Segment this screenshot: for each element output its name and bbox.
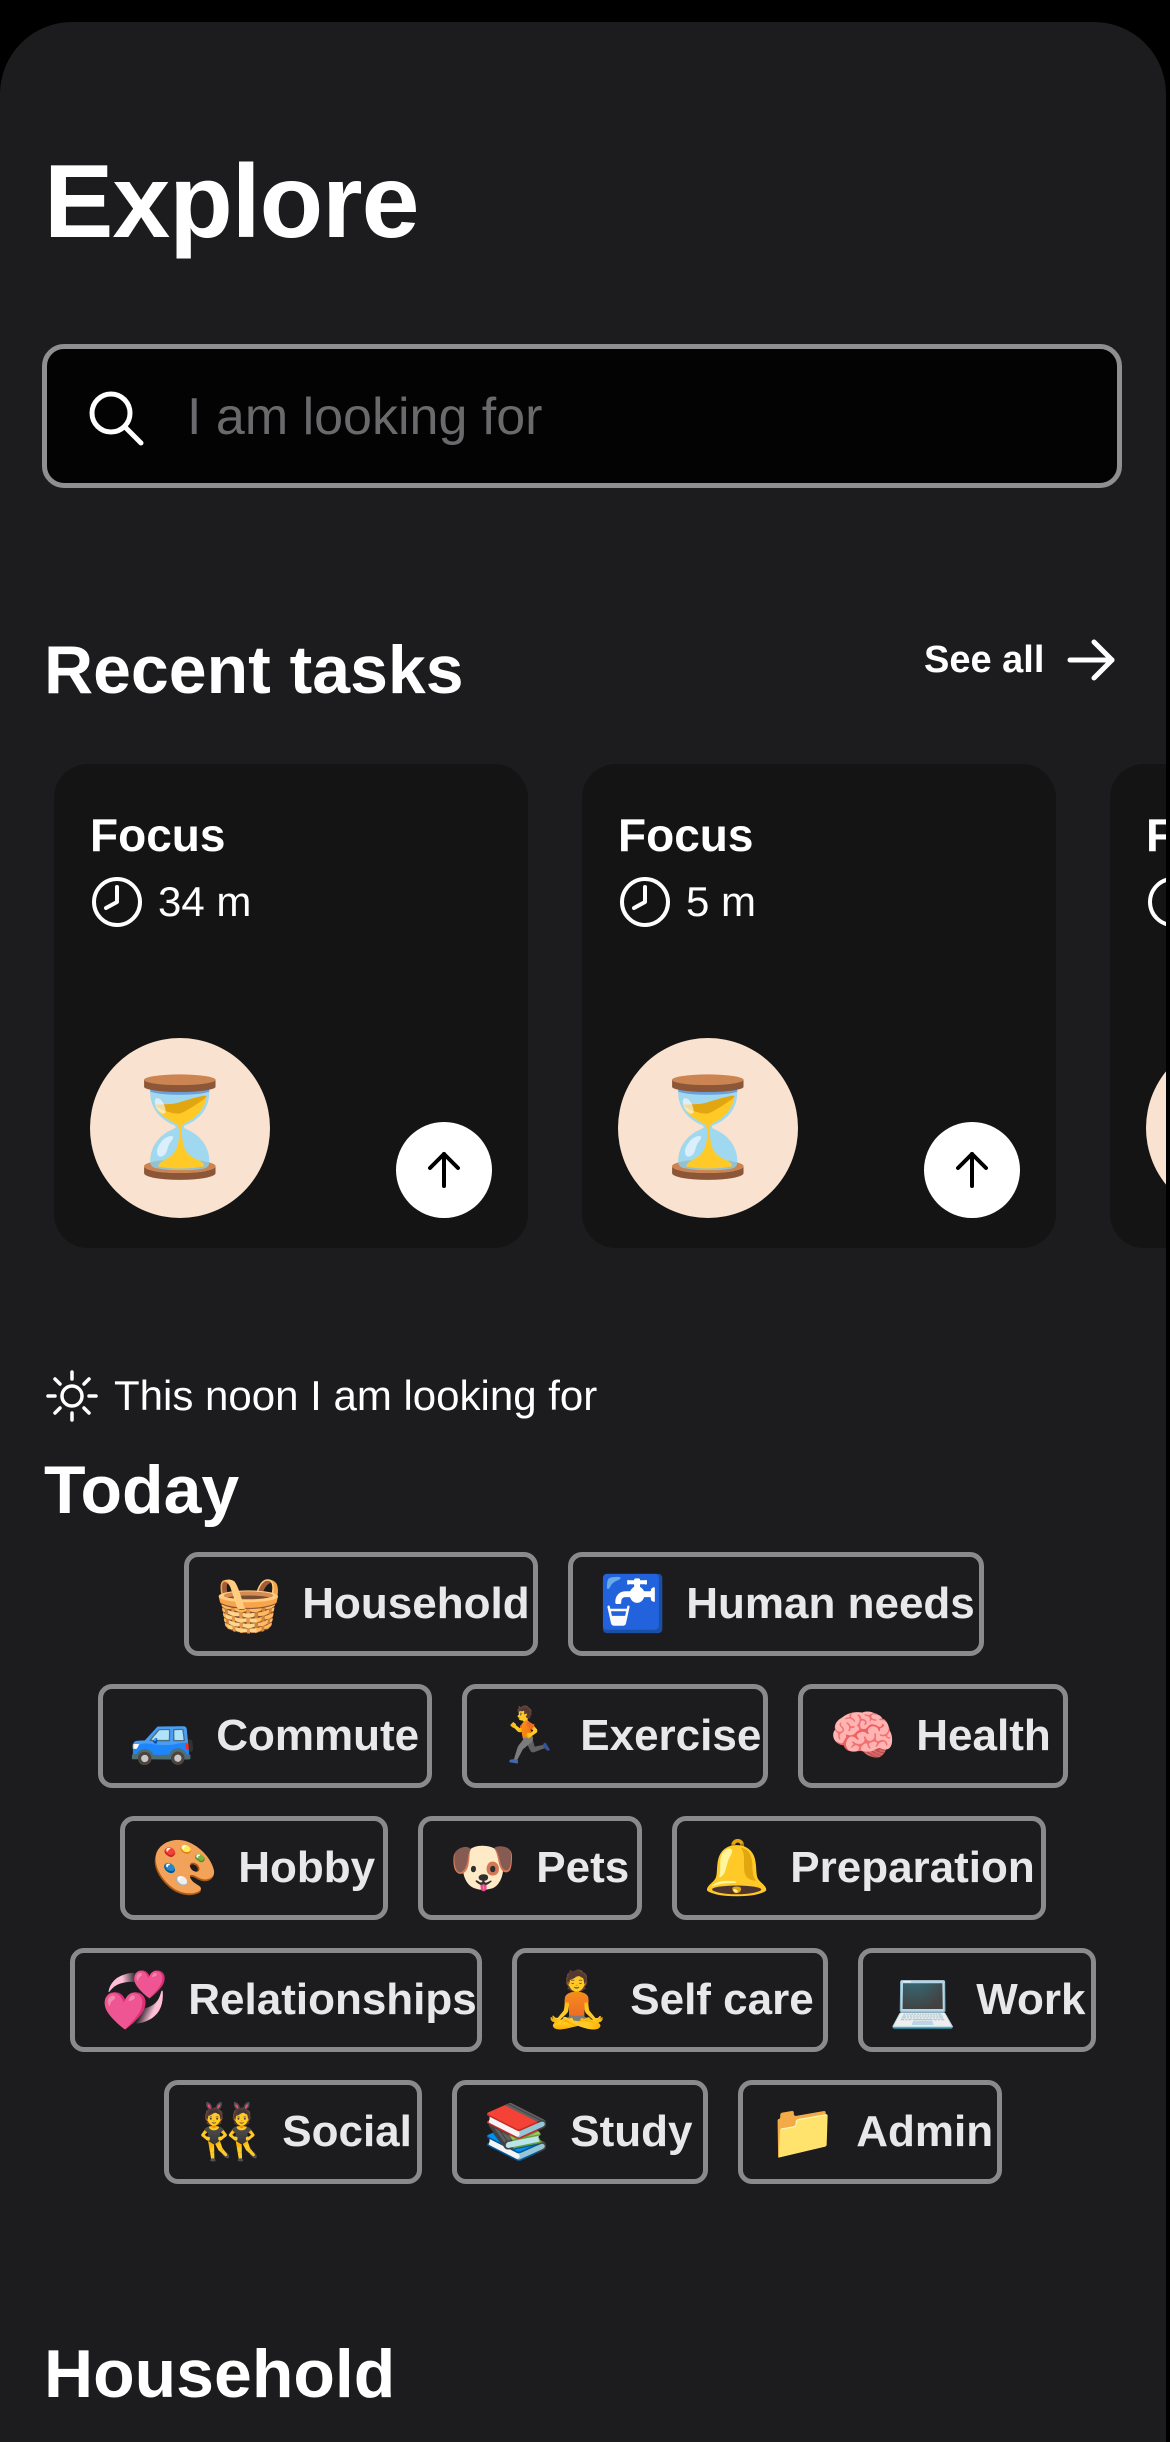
open-task-button[interactable] xyxy=(924,1122,1020,1218)
category-chip-commute[interactable]: 🚙 Commute xyxy=(98,1684,432,1788)
clock-icon xyxy=(92,877,142,927)
meditation-icon: 🧘 xyxy=(543,1970,611,2030)
explore-screen: Explore Recent tasks See all Focus 34 m … xyxy=(0,22,1166,2442)
chip-label: Relationships xyxy=(188,1975,477,2024)
basket-icon: 🧺 xyxy=(215,1574,283,1634)
household-section-title: Household xyxy=(44,2336,396,2412)
arrow-up-icon xyxy=(956,1152,988,1188)
people-icon: 👯 xyxy=(195,2102,263,2162)
chip-label: Work xyxy=(976,1975,1086,2024)
see-all-link[interactable]: See all xyxy=(924,620,1118,700)
hourglass-icon: ⏳ xyxy=(618,1038,798,1218)
car-icon: 🚙 xyxy=(129,1706,197,1766)
bell-icon: 🔔 xyxy=(703,1838,771,1898)
arrow-up-icon xyxy=(428,1152,460,1188)
category-chip-social[interactable]: 👯 Social xyxy=(164,2080,422,2184)
chip-label: Admin xyxy=(856,2107,994,2156)
hearts-icon: 💞 xyxy=(101,1970,169,2030)
category-chip-health[interactable]: 🧠 Health xyxy=(798,1684,1068,1788)
task-duration: 34 m xyxy=(90,875,251,929)
time-of-day-greeting: This noon I am looking for xyxy=(44,1368,597,1424)
category-chip-work[interactable]: 💻 Work xyxy=(858,1948,1096,2052)
task-title: Focus xyxy=(90,809,226,861)
brain-icon: 🧠 xyxy=(829,1706,897,1766)
duration-label: 5 m xyxy=(686,878,757,925)
laptop-icon: 💻 xyxy=(889,1970,957,2030)
category-chip-self-care[interactable]: 🧘 Self care xyxy=(512,1948,828,2052)
chip-label: Exercise xyxy=(580,1711,762,1760)
recent-task-card[interactable]: Focus 34 m ⏳ xyxy=(54,764,528,1248)
recent-task-card[interactable]: F ⏳ xyxy=(1110,764,1166,1248)
category-chip-relationships[interactable]: 💞 Relationships xyxy=(70,1948,482,2052)
category-chip-pets[interactable]: 🐶 Pets xyxy=(418,1816,642,1920)
category-chip-hobby[interactable]: 🎨 Hobby xyxy=(120,1816,388,1920)
chip-label: Self care xyxy=(630,1975,814,2024)
runner-icon: 🏃 xyxy=(493,1706,561,1766)
search-field[interactable] xyxy=(42,344,1122,488)
category-chip-household[interactable]: 🧺 Household xyxy=(184,1552,538,1656)
books-icon: 📚 xyxy=(483,2102,551,2162)
page-title: Explore xyxy=(44,144,419,260)
category-chip-preparation[interactable]: 🔔 Preparation xyxy=(672,1816,1046,1920)
hourglass-icon: ⏳ xyxy=(90,1038,270,1218)
chip-label: Commute xyxy=(216,1711,420,1760)
chip-label: Hobby xyxy=(238,1843,376,1892)
faucet-icon: 🚰 xyxy=(599,1574,667,1634)
open-task-button[interactable] xyxy=(396,1122,492,1218)
greeting-label: This noon I am looking for xyxy=(114,1372,598,1419)
task-duration xyxy=(1146,875,1166,929)
chip-label: Social xyxy=(282,2107,412,2156)
arrow-right-icon xyxy=(1067,639,1115,681)
chip-label: Pets xyxy=(536,1843,630,1892)
recent-tasks-carousel[interactable]: Focus 34 m ⏳ Focus 5 m ⏳ F xyxy=(0,764,1166,1274)
duration-label: 34 m xyxy=(158,878,252,925)
recent-task-card[interactable]: Focus 5 m ⏳ xyxy=(582,764,1056,1248)
clock-icon xyxy=(1148,878,1166,926)
category-chip-study[interactable]: 📚 Study xyxy=(452,2080,708,2184)
sun-icon xyxy=(46,1370,98,1422)
chip-label: Health xyxy=(916,1711,1051,1760)
chip-label: Preparation xyxy=(790,1843,1035,1892)
category-chip-exercise[interactable]: 🏃 Exercise xyxy=(462,1684,768,1788)
search-icon xyxy=(89,391,144,446)
chip-label: Human needs xyxy=(686,1579,975,1628)
task-duration: 5 m xyxy=(618,875,756,929)
chip-label: Study xyxy=(570,2107,693,2156)
hourglass-icon: ⏳ xyxy=(1146,1038,1166,1218)
task-title: F xyxy=(1146,809,1166,861)
recent-tasks-title: Recent tasks xyxy=(44,632,464,708)
task-title: Focus xyxy=(618,809,754,861)
palette-icon: 🎨 xyxy=(151,1838,219,1898)
chip-label: Household xyxy=(302,1579,530,1628)
see-all-label: See all xyxy=(924,638,1045,681)
dog-icon: 🐶 xyxy=(449,1838,517,1898)
search-input[interactable] xyxy=(185,349,1089,485)
category-chip-human-needs[interactable]: 🚰 Human needs xyxy=(568,1552,984,1656)
folder-icon: 📁 xyxy=(769,2102,837,2162)
today-title: Today xyxy=(44,1452,240,1528)
clock-icon xyxy=(620,877,670,927)
category-chip-admin[interactable]: 📁 Admin xyxy=(738,2080,1002,2184)
